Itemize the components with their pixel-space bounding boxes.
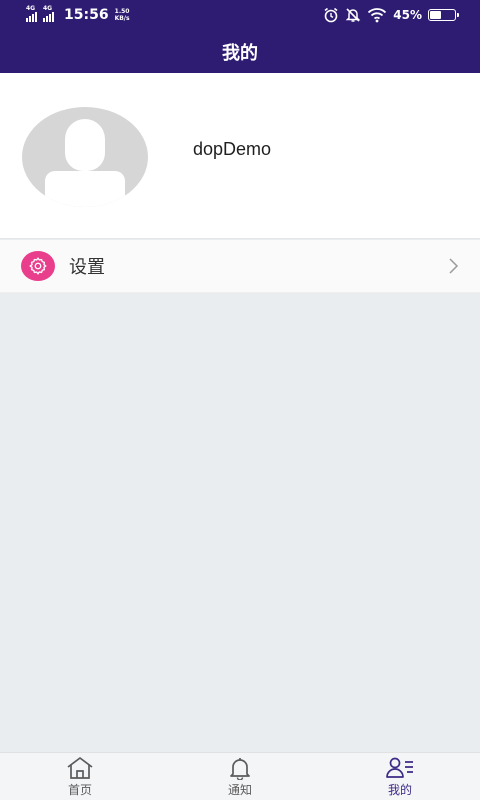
network-type-1: 4G: [26, 4, 36, 12]
header: 我的: [0, 30, 480, 73]
my-page-screen: 4G 4G 15:56 1.50 KB/s 45% 我的 dopDemo 设置 …: [0, 0, 480, 800]
username: dopDemo: [193, 139, 272, 159]
network-speed-unit: KB/s: [114, 15, 130, 22]
page-title: 我的: [222, 42, 258, 64]
mute-bell-icon: [345, 8, 361, 22]
settings-menu-item[interactable]: 设置: [0, 240, 480, 293]
nav-item-notifications[interactable]: 通知: [160, 753, 320, 800]
battery-percent: 45%: [393, 8, 422, 22]
alarm-icon: [324, 7, 338, 23]
nav-item-mine[interactable]: 我的: [320, 753, 480, 800]
avatar[interactable]: [22, 107, 148, 207]
signal-icon: 4G: [26, 5, 37, 22]
network-speed-value: 1.50: [114, 8, 130, 15]
network-speed: 1.50 KB/s: [115, 8, 130, 22]
nav-label-home: 首页: [67, 782, 92, 797]
bell-icon: [230, 757, 250, 780]
battery-icon: [428, 9, 459, 21]
home-icon: [67, 756, 93, 779]
nav-label-mine: 我的: [387, 782, 412, 797]
avatar-head-shape: [65, 119, 105, 171]
status-time: 15:56: [64, 7, 109, 23]
profile-section: dopDemo: [0, 73, 480, 239]
status-left: 4G 4G 15:56 1.50 KB/s: [26, 5, 130, 23]
user-list-icon: [386, 757, 413, 778]
wifi-icon: [368, 8, 387, 23]
status-bar: 4G 4G 15:56 1.50 KB/s 45%: [0, 0, 480, 30]
chevron-right-icon: [449, 258, 459, 274]
signal-icon-2: 4G: [43, 5, 54, 22]
nav-label-notifications: 通知: [227, 782, 252, 797]
network-type-2: 4G: [43, 4, 53, 12]
settings-label: 设置: [69, 257, 105, 278]
nav-item-home[interactable]: 首页: [0, 753, 160, 800]
battery-fill: [430, 11, 441, 19]
bottom-nav: 首页 通知 我的: [0, 752, 480, 800]
status-right: 45%: [323, 7, 459, 23]
avatar-body-shape: [45, 171, 125, 207]
gear-icon: [21, 251, 55, 281]
